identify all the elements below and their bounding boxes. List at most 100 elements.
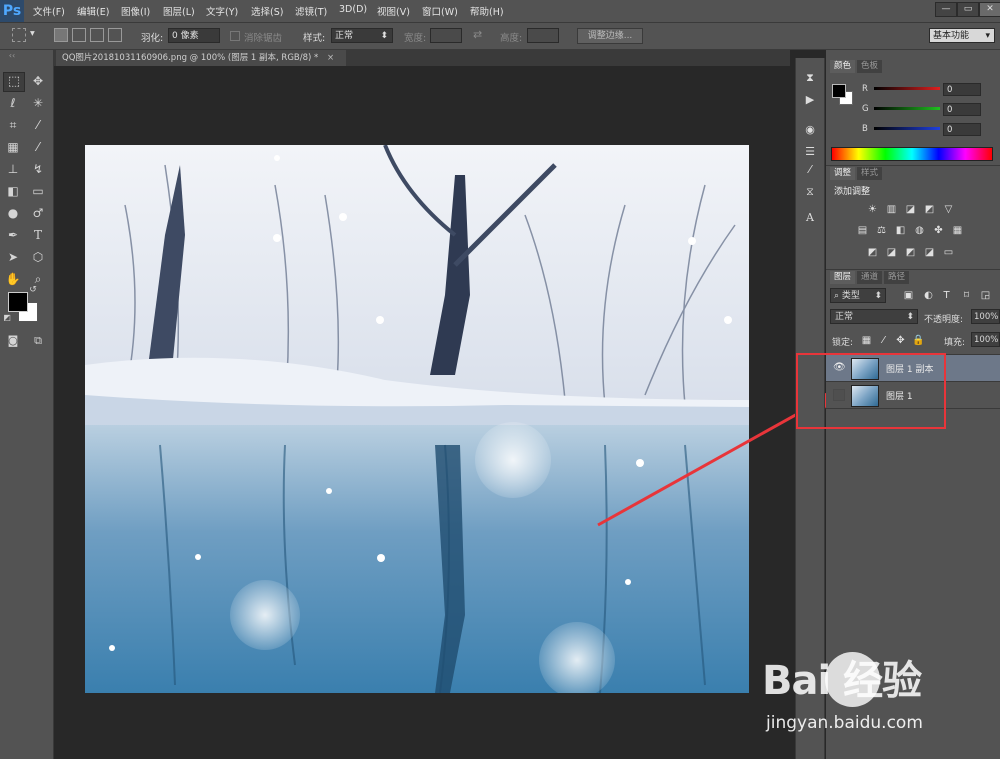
menu-view[interactable]: 视图(V) [377,4,410,18]
curves-icon[interactable]: ◪ [904,204,917,215]
tab-styles[interactable]: 样式 [857,167,883,180]
dodge-tool-icon[interactable]: ♂ [28,204,48,222]
pen-tool-icon[interactable]: ✒ [3,226,23,244]
workspace-select[interactable]: 基本功能 ▾ [929,28,995,43]
lock-image-icon[interactable]: ⁄ [877,335,890,346]
menu-image[interactable]: 图像(I) [121,4,150,18]
intersect-selection-icon[interactable] [108,28,122,42]
blue-value[interactable]: 0 [943,123,981,136]
fill-input[interactable]: 100% [971,332,1000,347]
quick-mask-icon[interactable]: ◙ [3,332,23,350]
magic-wand-tool-icon[interactable]: ✳ [28,94,48,112]
type-tool-icon[interactable]: T [28,226,48,244]
healing-brush-tool-icon[interactable]: ▦ [3,138,23,156]
color-panel-foreground-swatch[interactable] [832,84,846,98]
red-value[interactable]: 0 [943,83,981,96]
preset-dropdown-icon[interactable]: ▾ [30,28,35,39]
blur-tool-icon[interactable]: ● [3,204,23,222]
brightness-contrast-icon[interactable]: ☀ [866,204,879,215]
menu-file[interactable]: 文件(F) [33,4,65,18]
history-brush-tool-icon[interactable]: ↯ [28,160,48,178]
filter-pixel-icon[interactable]: ▣ [902,290,915,301]
width-input[interactable] [430,28,462,43]
close-document-icon[interactable]: × [327,53,334,63]
lasso-tool-icon[interactable]: ℓ [3,94,23,112]
tab-adjustments[interactable]: 调整 [830,167,856,180]
restore-button[interactable]: ▭ [957,2,979,17]
exposure-icon[interactable]: ◩ [923,204,936,215]
color-lookup-icon[interactable]: ▦ [951,225,964,236]
swap-dimensions-icon[interactable]: ⇄ [473,28,482,41]
filter-shape-icon[interactable]: ⌑ [960,290,973,301]
feather-input[interactable]: 0 像素 [168,28,220,43]
screen-mode-icon[interactable]: ⧉ [28,332,48,350]
tab-paths[interactable]: 路径 [884,271,910,284]
character-panel-icon[interactable]: A [802,210,818,226]
green-slider[interactable] [874,107,940,110]
green-value[interactable]: 0 [943,103,981,116]
document-tab[interactable]: QQ图片20181031160906.png @ 100% (图层 1 副本, … [56,50,346,66]
posterize-icon[interactable]: ◪ [885,247,898,258]
refine-edge-button[interactable]: 调整边缘... [577,28,643,44]
path-selection-tool-icon[interactable]: ➤ [3,248,23,266]
tab-layers[interactable]: 图层 [830,271,856,284]
gradient-tool-icon[interactable]: ▭ [28,182,48,200]
brush-panel-icon[interactable]: ☰ [802,144,818,160]
blend-mode-select[interactable]: 正常 ⬍ [830,309,918,324]
tab-channels[interactable]: 通道 [857,271,883,284]
brush-tool-icon[interactable]: ⁄ [28,138,48,156]
history-panel-icon[interactable]: ⧗ [802,70,818,86]
opacity-input[interactable]: 100% [971,309,1000,324]
filter-smart-object-icon[interactable]: ◲ [979,290,992,301]
color-balance-icon[interactable]: ⚖ [875,225,888,236]
color-spectrum-ramp[interactable] [831,147,993,161]
height-input[interactable] [527,28,559,43]
clone-stamp-tool-icon[interactable]: ⊥ [3,160,23,178]
tool-presets-icon[interactable]: ⧖ [802,184,818,200]
crop-tool-icon[interactable]: ⌗ [3,116,23,134]
red-slider[interactable] [874,87,940,90]
gradient-map-icon[interactable]: ▭ [942,247,955,258]
filter-adjustment-icon[interactable]: ◐ [922,290,935,301]
menu-type[interactable]: 文字(Y) [206,4,238,18]
lock-all-icon[interactable]: 🔒 [912,335,925,346]
swap-colors-icon[interactable]: ↺ [27,284,39,296]
menu-layer[interactable]: 图层(L) [163,4,195,18]
antialias-checkbox[interactable] [230,31,240,41]
subtract-selection-icon[interactable] [90,28,104,42]
lock-position-icon[interactable]: ✥ [894,335,907,346]
menu-window[interactable]: 窗口(W) [422,4,458,18]
style-select[interactable]: 正常 ⬍ [331,28,393,43]
eraser-tool-icon[interactable]: ◧ [3,182,23,200]
tab-swatches[interactable]: 色板 [857,60,883,73]
marquee-tool-preset-icon[interactable] [12,28,26,42]
tab-color[interactable]: 颜色 [830,60,856,73]
levels-icon[interactable]: ▥ [885,204,898,215]
menu-edit[interactable]: 编辑(E) [77,4,109,18]
minimize-button[interactable]: — [935,2,957,17]
default-colors-icon[interactable]: ◩ [1,312,13,324]
menu-help[interactable]: 帮助(H) [470,4,504,18]
layer-filter-select[interactable]: ⌕ 类型 ⬍ [830,288,886,303]
lock-transparency-icon[interactable]: ▦ [860,335,873,346]
vibrance-icon[interactable]: ▽ [942,204,955,215]
photo-filter-icon[interactable]: ◍ [913,225,926,236]
hand-tool-icon[interactable]: ✋ [3,270,23,288]
eyedropper-tool-icon[interactable]: ⁄ [28,116,48,134]
shape-tool-icon[interactable]: ⬡ [28,248,48,266]
new-selection-icon[interactable] [54,28,68,42]
menu-3d[interactable]: 3D(D) [339,4,367,15]
info-panel-icon[interactable]: ◉ [802,122,818,138]
actions-play-icon[interactable]: ▶ [802,92,818,108]
rect-marquee-tool-icon[interactable]: ⬚ [3,72,25,92]
close-button[interactable]: ✕ [979,2,1000,17]
collapse-toolbox-icon[interactable]: ‹‹ [2,52,22,60]
threshold-icon[interactable]: ◩ [904,247,917,258]
black-white-icon[interactable]: ◧ [894,225,907,236]
menu-filter[interactable]: 滤镜(T) [295,4,327,18]
hue-saturation-icon[interactable]: ▤ [856,225,869,236]
selective-color-icon[interactable]: ◪ [923,247,936,258]
menu-select[interactable]: 选择(S) [251,4,283,18]
channel-mixer-icon[interactable]: ✤ [932,225,945,236]
move-tool-icon[interactable]: ✥ [28,72,48,90]
